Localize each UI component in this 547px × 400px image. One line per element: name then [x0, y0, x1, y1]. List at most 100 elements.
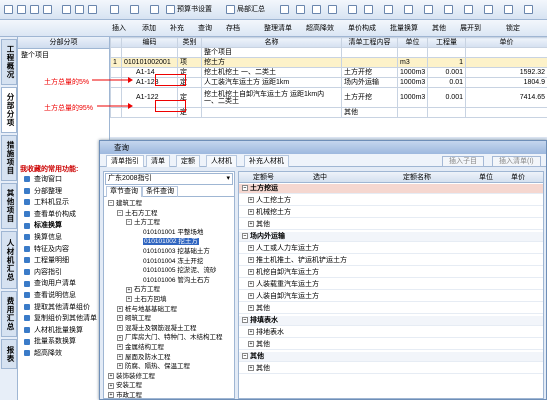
- result-row[interactable]: + 其他: [239, 340, 543, 350]
- tab-list-guide[interactable]: 清单指引: [106, 155, 144, 167]
- expand-toggle-icon[interactable]: +: [248, 221, 254, 228]
- expand-toggle-icon[interactable]: +: [248, 305, 254, 312]
- common-function-item[interactable]: 标准换算: [24, 220, 62, 231]
- insert-child-button[interactable]: 插入子目: [442, 156, 484, 167]
- common-function-item[interactable]: 内容指引: [24, 267, 62, 278]
- tab-quota[interactable]: 定额: [176, 155, 200, 167]
- result-group-row[interactable]: − 其他: [239, 352, 543, 362]
- tree-node[interactable]: + 金属结构工程: [117, 343, 164, 352]
- common-function-item[interactable]: 查询用户清单: [24, 278, 76, 289]
- result-row[interactable]: + 推土机推土、铲运机铲运土方: [239, 256, 543, 266]
- common-function-item[interactable]: 查看单价构成: [24, 209, 76, 220]
- expand-toggle-icon[interactable]: +: [248, 341, 254, 348]
- tree-node[interactable]: + 防腐、隔热、保温工程: [117, 362, 190, 371]
- expand-toggle-icon[interactable]: +: [248, 257, 254, 264]
- expand-toggle-icon[interactable]: +: [108, 382, 114, 389]
- tree-node[interactable]: + 桩与地基基础工程: [117, 305, 177, 314]
- guide-select[interactable]: 广东2008指引 ▾: [105, 173, 233, 185]
- tab-measures[interactable]: 措施项目: [1, 135, 17, 181]
- tab-labor-material[interactable]: 人材机: [206, 155, 237, 167]
- expand-toggle-icon[interactable]: +: [248, 293, 254, 300]
- tab-list[interactable]: 清单: [146, 155, 170, 167]
- expand-toggle-icon[interactable]: +: [248, 365, 254, 372]
- expand-toggle-icon[interactable]: −: [242, 353, 248, 360]
- expand-toggle-icon[interactable]: +: [248, 197, 254, 204]
- result-group-row[interactable]: − 场内外运输: [239, 232, 543, 242]
- expand-toggle-icon[interactable]: −: [242, 233, 248, 240]
- tab-labor-material-summary[interactable]: 人材机汇总: [1, 231, 17, 289]
- tree-node[interactable]: 010101003 挖基础土方: [135, 247, 210, 256]
- expand-toggle-icon[interactable]: +: [248, 209, 254, 216]
- tree-node[interactable]: 010101001 平整场地: [135, 228, 203, 237]
- common-function-item[interactable]: 特征及内容: [24, 244, 69, 255]
- tree-node[interactable]: + 厂库房大门、特种门、木结构工程: [117, 333, 223, 342]
- result-row[interactable]: + 人装载重汽车运土方: [239, 280, 543, 290]
- expand-toggle-icon[interactable]: −: [108, 200, 114, 207]
- common-function-item[interactable]: 提取其他清单组价: [24, 302, 90, 313]
- common-function-item[interactable]: 工程量明细: [24, 255, 69, 266]
- tree-node[interactable]: + 安装工程: [108, 381, 142, 390]
- expand-toggle-icon[interactable]: +: [248, 281, 254, 288]
- expand-toggle-icon[interactable]: −: [242, 185, 248, 192]
- expand-toggle-icon[interactable]: +: [108, 373, 114, 380]
- tree-node[interactable]: + 混凝土及钢筋混凝土工程: [117, 324, 197, 333]
- tab-chapter-search[interactable]: 章节查询: [106, 186, 142, 197]
- common-function-item[interactable]: 人材机批量换算: [24, 325, 83, 336]
- expand-toggle-icon[interactable]: +: [117, 334, 123, 341]
- common-function-label: 标准换算: [34, 222, 62, 230]
- expand-toggle-icon[interactable]: +: [248, 269, 254, 276]
- expand-toggle-icon[interactable]: +: [117, 344, 123, 351]
- result-row[interactable]: + 人工挖土方: [239, 196, 543, 206]
- common-function-item[interactable]: 工料机显示: [24, 197, 69, 208]
- tab-reports[interactable]: 报表: [1, 339, 17, 369]
- tree-node[interactable]: − 土石方工程: [117, 209, 158, 218]
- tree-node[interactable]: + 装饰装修工程: [108, 372, 155, 381]
- result-row[interactable]: + 机挖自卸汽车运土方: [239, 268, 543, 278]
- tree-node[interactable]: + 市政工程: [108, 391, 142, 400]
- expand-toggle-icon[interactable]: +: [126, 296, 132, 303]
- expand-toggle-icon[interactable]: −: [117, 209, 123, 216]
- expand-toggle-icon[interactable]: +: [117, 315, 123, 322]
- tree-node[interactable]: 010101006 管沟土石方: [135, 276, 210, 285]
- expand-toggle-icon[interactable]: +: [248, 329, 254, 336]
- tab-condition-search[interactable]: 条件查询: [142, 186, 178, 197]
- tree-node[interactable]: − 建筑工程: [108, 199, 142, 208]
- expand-toggle-icon[interactable]: −: [126, 219, 132, 226]
- result-group-row[interactable]: − 排填表水: [239, 316, 543, 326]
- tree-node[interactable]: 010101004 冻土开挖: [135, 257, 203, 266]
- result-row[interactable]: + 人装自卸汽车运土方: [239, 292, 543, 302]
- common-function-item[interactable]: 换算信息: [24, 232, 62, 243]
- expand-toggle-icon[interactable]: +: [117, 325, 123, 332]
- common-function-item[interactable]: 查询窗口: [24, 174, 62, 185]
- tree-node[interactable]: 010101005 挖淤泥、流砂: [135, 266, 216, 275]
- common-function-item[interactable]: 超高降效: [24, 348, 62, 359]
- expand-toggle-icon[interactable]: −: [242, 317, 248, 324]
- result-row[interactable]: + 排地表水: [239, 328, 543, 338]
- expand-toggle-icon[interactable]: +: [117, 305, 123, 312]
- result-row[interactable]: + 人工或人力车运土方: [239, 244, 543, 254]
- result-row[interactable]: + 机械挖土方: [239, 208, 543, 218]
- result-group-row[interactable]: − 土方挖运: [239, 184, 543, 194]
- result-row[interactable]: + 其他: [239, 304, 543, 314]
- expand-toggle-icon[interactable]: +: [126, 286, 132, 293]
- tab-supplement-labor[interactable]: 补充人材机: [244, 155, 289, 167]
- expand-toggle-icon[interactable]: +: [117, 353, 123, 360]
- insert-list-button[interactable]: 插入清单(I): [492, 156, 541, 167]
- common-function-item[interactable]: 批量系数换算: [24, 336, 76, 347]
- common-function-item[interactable]: 复制组价到其他清单: [24, 313, 97, 324]
- expand-toggle-icon[interactable]: +: [248, 245, 254, 252]
- result-row[interactable]: + 其他: [239, 220, 543, 230]
- tab-fee-summary[interactable]: 费用汇总: [1, 291, 17, 337]
- tree-node[interactable]: + 土石方回填: [126, 295, 167, 304]
- tree-node[interactable]: 010101002 挖土方: [135, 237, 199, 246]
- expand-toggle-icon[interactable]: +: [108, 392, 114, 399]
- common-function-item[interactable]: 查看说明信息: [24, 290, 76, 301]
- tree-node[interactable]: + 石方工程: [126, 285, 160, 294]
- common-function-item[interactable]: 分部整理: [24, 186, 62, 197]
- tree-node[interactable]: − 土方工程: [126, 218, 160, 227]
- tree-node[interactable]: + 砌筑工程: [117, 314, 151, 323]
- tree-node[interactable]: + 屋面及防水工程: [117, 353, 171, 362]
- expand-toggle-icon[interactable]: +: [117, 363, 123, 370]
- result-row[interactable]: + 其他: [239, 364, 543, 374]
- tab-other-items[interactable]: 其他项目: [1, 183, 17, 229]
